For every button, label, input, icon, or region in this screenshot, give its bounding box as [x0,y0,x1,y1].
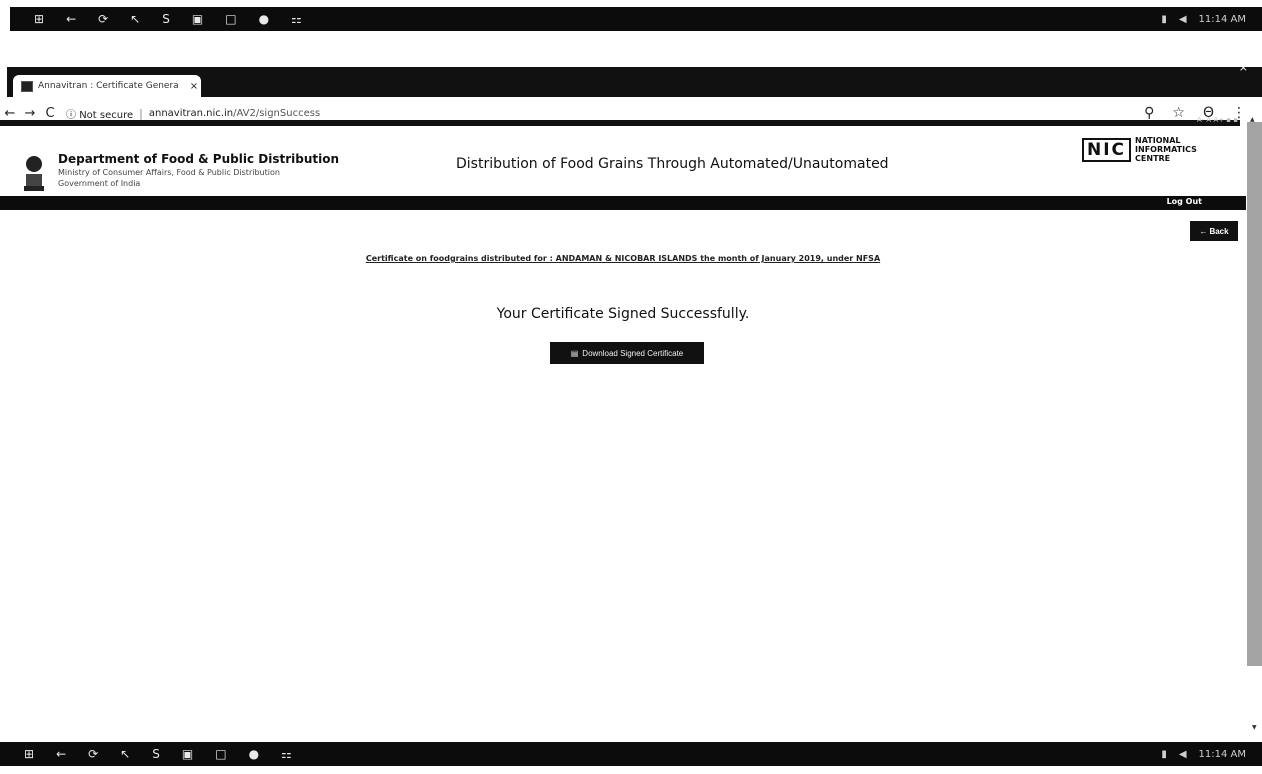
download-icon: ▤ [570,348,579,358]
nic-logo: NIC NATIONAL INFORMATICS CENTRE [1082,136,1197,163]
start-icon[interactable]: ⊞ [24,747,34,761]
apps-icon[interactable]: ⚏ [291,12,302,26]
back-button[interactable]: ← Back [1190,221,1238,241]
scroll-down-icon[interactable]: ▼ [1252,724,1257,731]
system-tray: ▮ ◀ 11:14 AM [1161,14,1262,25]
nic-line-3: CENTRE [1135,154,1171,163]
ministry-name: Ministry of Consumer Affairs, Food & Pub… [58,168,280,177]
back-arrow-small-icon: ← [1199,226,1208,236]
success-message: Your Certificate Signed Successfully. [496,306,750,322]
tab-title: Annavitran : Certificate Genera [38,81,179,91]
refresh-icon[interactable]: ⟳ [98,12,108,26]
back-icon[interactable]: ← [66,12,76,26]
nic-mark: NIC [1082,137,1132,162]
pointer-icon[interactable]: ↖ [120,747,130,761]
square-icon[interactable]: □ [215,747,226,761]
browser-icon[interactable]: ● [249,747,259,761]
government-name: Government of India [58,179,141,188]
security-label: Not secure [79,109,134,121]
taskbar-icons: ⊞ ← ⟳ ↖ S ▣ □ ● ⚏ [10,12,302,26]
site-header: Department of Food & Public Distribution… [0,126,1246,198]
browser-tab[interactable]: Annavitran : Certificate Genera × [13,75,201,97]
network-icon[interactable]: ▮ [1161,14,1167,25]
taskbar-icons-bottom: ⊞ ← ⟳ ↖ S ▣ □ ● ⚏ [0,747,292,761]
page-title: Distribution of Food Grains Through Auto… [456,156,889,172]
department-block: Department of Food & Public Distribution… [58,152,339,188]
system-tray-bottom: ▮ ◀ 11:14 AM [1161,749,1262,760]
network-icon[interactable]: ▮ [1161,749,1167,760]
zoom-icon[interactable]: ⚲ [1144,105,1154,121]
start-icon[interactable]: ⊞ [34,12,44,26]
department-title: Department of Food & Public Distribution [58,152,339,166]
nic-line-1: NATIONAL [1135,136,1181,145]
back-icon[interactable]: ← [56,747,66,761]
url-path: /AV2/signSuccess [233,107,321,119]
url-field[interactable]: annavitran.nic.in/AV2/signSuccess [149,108,320,119]
url-host: annavitran.nic.in [148,107,234,119]
browser-tab-strip: Annavitran : Certificate Genera × × [7,61,1262,97]
vertical-scrollbar[interactable] [1247,122,1262,666]
window-icon[interactable]: ▣ [192,12,203,26]
emblem-icon [24,156,44,191]
download-button-label: Download Signed Certificate [582,348,684,358]
top-taskbar: ⊞ ← ⟳ ↖ S ▣ □ ● ⚏ ▮ ◀ 11:14 AM [10,7,1262,31]
window-icon[interactable]: ▣ [182,747,193,761]
certificate-description: Certificate on foodgrains distributed fo… [365,254,881,263]
accessibility-links[interactable]: A- A A+ ▪ ▪ [1197,116,1238,124]
apps-icon[interactable]: ⚏ [281,747,292,761]
back-button-label: Back [1209,226,1229,236]
tab-close-icon[interactable]: × [187,81,201,92]
back-arrow-icon[interactable]: ← [0,106,20,121]
forward-arrow-icon[interactable]: → [20,106,40,121]
s-icon[interactable]: S [152,747,160,761]
clock[interactable]: 11:14 AM [1199,14,1246,25]
security-indicator[interactable]: ⓘ Not secure [66,106,133,121]
reload-icon[interactable]: C [40,106,60,121]
bookmark-star-icon[interactable]: ☆ [1172,105,1185,121]
browser-icon[interactable]: ● [259,12,269,26]
bottom-taskbar: ⊞ ← ⟳ ↖ S ▣ □ ● ⚏ ▮ ◀ 11:14 AM [0,742,1262,766]
logout-link[interactable]: Log Out [1167,197,1202,206]
s-icon[interactable]: S [162,12,170,26]
volume-icon[interactable]: ◀ [1179,749,1187,760]
window-close-icon[interactable]: × [1239,61,1248,74]
url-separator: | [139,106,143,120]
volume-icon[interactable]: ◀ [1179,14,1187,25]
square-icon[interactable]: □ [225,12,236,26]
nic-line-2: INFORMATICS [1135,145,1197,154]
download-certificate-button[interactable]: ▤ Download Signed Certificate [550,342,704,364]
refresh-icon[interactable]: ⟳ [88,747,98,761]
clock[interactable]: 11:14 AM [1199,749,1246,760]
main-navbar: Log Out [0,196,1246,210]
nic-text: NATIONAL INFORMATICS CENTRE [1135,136,1197,163]
pointer-icon[interactable]: ↖ [130,12,140,26]
favicon-icon [21,80,33,92]
